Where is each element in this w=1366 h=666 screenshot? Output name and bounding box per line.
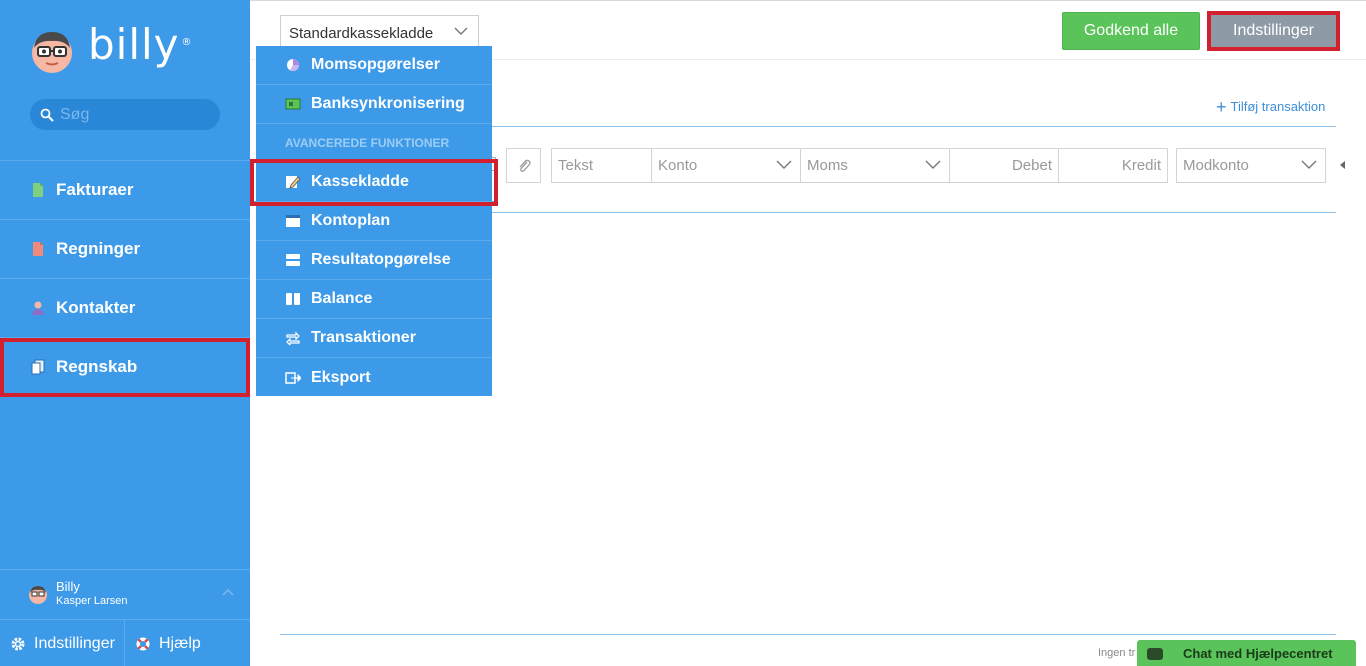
chevron-up-icon [222, 588, 234, 596]
sidebar-settings-button[interactable]: Indstillinger [0, 620, 125, 666]
menu-item-label: Kassekladde [311, 173, 409, 190]
account-select[interactable]: Konto [651, 148, 801, 183]
counter-account-select[interactable]: Modkonto [1176, 148, 1326, 183]
sidebar-item-label: Regnskab [56, 357, 138, 376]
menu-item-kontoplan[interactable]: Kontoplan [256, 202, 492, 241]
menu-item-resultatopgorelse[interactable]: Resultatopgørelse [256, 241, 492, 280]
chat-label: Chat med Hjælpecentret [1183, 646, 1333, 661]
sidebar-nav: Fakturaer Regninger Kontakter Regnskab [0, 160, 250, 397]
menu-item-label: Kontoplan [311, 212, 391, 229]
debit-placeholder: Debet [1011, 157, 1052, 174]
add-transaction-link[interactable]: + Tilføj transaktion [1216, 96, 1326, 117]
search-icon [40, 108, 54, 122]
user-subtitle: Kasper Larsen [56, 595, 128, 607]
bill-icon [33, 242, 43, 256]
chevron-down-icon [776, 160, 792, 169]
edit-icon [286, 176, 301, 189]
sidebar-item-label: Fakturaer [56, 180, 134, 199]
scroll-left-arrow-icon[interactable] [1340, 161, 1345, 169]
debit-field[interactable]: Debet [949, 148, 1059, 183]
transactions-icon [286, 331, 300, 345]
sidebar: billy® Fakturaer Regninger Kontakter Reg… [0, 0, 250, 666]
sidebar-help-button[interactable]: Hjælp [125, 620, 201, 666]
chevron-down-icon [454, 27, 468, 35]
logo-registered-mark: ® [181, 37, 193, 48]
attachment-button[interactable] [506, 148, 541, 183]
logo-text: billy [88, 20, 180, 69]
sidebar-item-label: Kontakter [56, 298, 136, 317]
menu-section-header: AVANCEREDE FUNKTIONER [256, 124, 492, 163]
text-placeholder: Tekst [558, 157, 594, 174]
journal-settings-button[interactable]: Indstillinger [1207, 11, 1340, 51]
counter-account-placeholder: Modkonto [1183, 157, 1249, 174]
user-menu[interactable]: Billy Kasper Larsen [0, 569, 250, 618]
lifebuoy-icon [136, 637, 150, 650]
bank-icon [285, 98, 301, 110]
menu-item-momsopgorelser[interactable]: Momsopgørelser [256, 46, 492, 85]
menu-item-kassekladde[interactable]: Kassekladde [250, 159, 498, 206]
approve-all-button[interactable]: Godkend alle [1062, 12, 1200, 50]
accounting-dropdown-menu: Momsopgørelser Banksynkronisering AVANCE… [250, 46, 498, 397]
menu-item-label: Resultatopgørelse [311, 251, 451, 268]
menu-item-transaktioner[interactable]: Transaktioner [256, 319, 492, 358]
text-field[interactable]: Tekst [551, 148, 652, 183]
sidebar-item-fakturaer[interactable]: Fakturaer [0, 161, 250, 220]
accounting-icon [31, 359, 45, 375]
balance-icon [286, 293, 300, 305]
pie-chart-icon [287, 59, 299, 72]
help-label: Hjælp [159, 634, 201, 652]
menu-item-label: Eksport [311, 368, 371, 386]
menu-item-balance[interactable]: Balance [256, 280, 492, 319]
search-box[interactable] [30, 99, 220, 130]
sidebar-item-label: Regninger [56, 239, 141, 258]
footer-text: Ingen tr [1098, 647, 1136, 659]
user-name: Billy [56, 579, 80, 594]
vat-placeholder: Moms [807, 157, 848, 174]
add-transaction-label: Tilføj transaktion [1230, 99, 1326, 114]
divider [280, 634, 1336, 635]
paperclip-icon [519, 159, 531, 172]
search-input[interactable] [60, 105, 210, 124]
chat-help-button[interactable]: Chat med Hjælpecentret [1137, 640, 1356, 666]
export-icon [285, 371, 301, 384]
menu-item-eksport[interactable]: Eksport [256, 358, 492, 397]
menu-item-label: Transaktioner [311, 329, 416, 346]
menu-item-label: Momsopgørelser [311, 56, 440, 73]
menu-item-label: Balance [311, 290, 373, 307]
sidebar-item-regnskab[interactable]: Regnskab [0, 338, 250, 397]
credit-placeholder: Kredit [1121, 157, 1161, 174]
credit-field[interactable]: Kredit [1058, 148, 1168, 183]
income-statement-icon [286, 254, 300, 266]
invoice-icon [33, 183, 43, 197]
menu-item-banksynkronisering[interactable]: Banksynkronisering [256, 85, 492, 124]
chart-of-accounts-icon [286, 215, 300, 227]
sidebar-item-kontakter[interactable]: Kontakter [0, 279, 250, 338]
menu-item-label: Banksynkronisering [311, 95, 465, 112]
chevron-down-icon [925, 160, 941, 169]
billy-face-icon [32, 32, 72, 73]
gear-icon [11, 637, 25, 650]
logo[interactable]: billy ® [30, 22, 193, 80]
sidebar-bottom-bar: Indstillinger Hjælp [0, 619, 250, 666]
sidebar-item-regninger[interactable]: Regninger [0, 220, 250, 279]
chat-bubble-icon [1147, 647, 1163, 660]
avatar [29, 586, 47, 604]
settings-label: Indstillinger [34, 634, 115, 652]
chevron-down-icon [1301, 160, 1317, 169]
vat-select[interactable]: Moms [800, 148, 950, 183]
plus-icon: + [1216, 96, 1227, 117]
contact-icon [32, 301, 44, 315]
account-placeholder: Konto [658, 157, 698, 174]
journal-select-value: Standardkassekladde [289, 24, 434, 42]
